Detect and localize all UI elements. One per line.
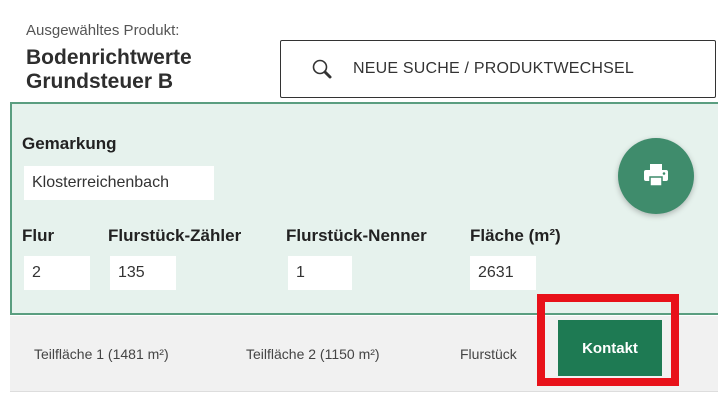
- flurstueck-zaehler-field[interactable]: 135: [110, 256, 176, 290]
- gemarkung-label: Gemarkung: [22, 134, 117, 153]
- tab-teilflaeche-2[interactable]: Teilfläche 2 (1150 m²): [246, 346, 380, 362]
- new-search-button[interactable]: NEUE SUCHE / PRODUKTWECHSEL: [280, 40, 716, 98]
- flaeche-field[interactable]: 2631: [470, 256, 536, 290]
- flurstueck-nenner-label: Flurstück-Nenner: [286, 226, 427, 245]
- search-icon: [311, 58, 333, 80]
- flur-label: Flur: [22, 226, 55, 245]
- product-name: Bodenrichtwerte Grundsteuer B: [26, 46, 192, 93]
- tab-teilflaeche-1[interactable]: Teilfläche 1 (1481 m²): [34, 346, 169, 362]
- flaeche-label: Fläche (m²): [470, 226, 561, 245]
- highlight-box: [537, 294, 679, 386]
- flur-field[interactable]: 2: [24, 256, 90, 290]
- new-search-label: NEUE SUCHE / PRODUKTWECHSEL: [353, 60, 634, 77]
- print-button[interactable]: [618, 138, 694, 214]
- gemarkung-field[interactable]: Klosterreichenbach: [24, 166, 214, 200]
- printer-icon: [644, 164, 668, 186]
- product-header: Ausgewähltes Produkt: Bodenrichtwerte Gr…: [10, 12, 718, 102]
- parcel-form-panel: Gemarkung Klosterreichenbach Flur 2 Flur…: [10, 102, 718, 315]
- selected-product-label: Ausgewähltes Produkt:: [26, 22, 180, 39]
- flurstueck-zaehler-label: Flurstück-Zähler: [108, 226, 242, 245]
- flurstueck-nenner-field[interactable]: 1: [288, 256, 352, 290]
- tab-flurstueck[interactable]: Flurstück: [460, 346, 517, 362]
